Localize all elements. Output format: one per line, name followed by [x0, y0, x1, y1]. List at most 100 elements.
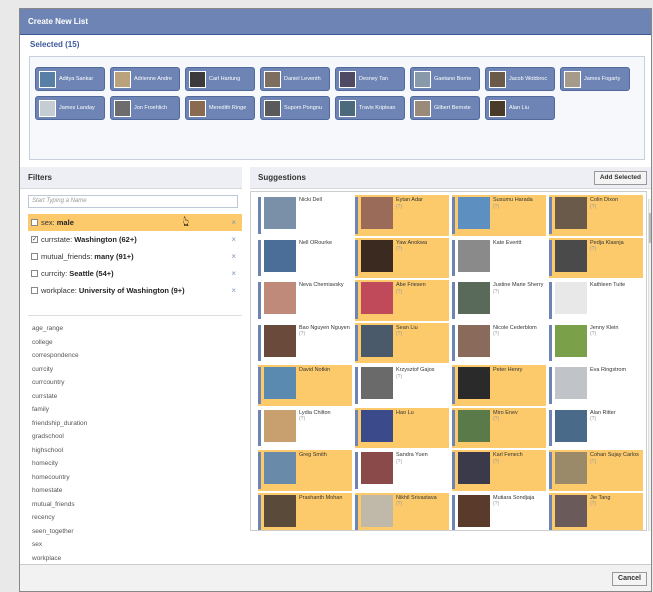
- selected-chip[interactable]: Meredith Ringe: [185, 96, 255, 120]
- suggestion-card[interactable]: Greg Smith: [258, 450, 352, 491]
- selected-chip[interactable]: Adrienne Andre: [110, 67, 180, 91]
- suggestion-card[interactable]: Justine Marie Sherry (?): [452, 280, 546, 321]
- selected-chip[interactable]: Jacob Wobbroc: [485, 67, 555, 91]
- selected-chip[interactable]: Daniel Leventh: [260, 67, 330, 91]
- suggestions-grid: Nicki Dell Eytan Adar (?) Susumu Harada (?) C…: [251, 192, 646, 531]
- avatar: [458, 452, 490, 484]
- filter-checkbox[interactable]: [31, 219, 38, 226]
- suggestion-card[interactable]: Miro Enev (?): [452, 407, 546, 448]
- avatar: [489, 70, 506, 88]
- attribute-item[interactable]: mutual_friends: [32, 498, 232, 512]
- suggestion-card[interactable]: Colin Dixon (?): [549, 195, 643, 236]
- selected-chip[interactable]: James Landay: [35, 96, 105, 120]
- selected-chip[interactable]: James Fogarty: [560, 67, 630, 91]
- filter-row[interactable]: sex: male ×: [28, 214, 242, 231]
- suggestion-card[interactable]: David Notkin: [258, 365, 352, 406]
- suggestion-card[interactable]: Nicole Cederblom (?): [452, 323, 546, 364]
- filter-checkbox[interactable]: [31, 270, 38, 277]
- suggestion-card[interactable]: Alan Ritter (?): [549, 408, 643, 449]
- avatar: [114, 99, 131, 117]
- attribute-item[interactable]: family: [32, 403, 232, 417]
- scrollbar-thumb[interactable]: [649, 213, 651, 243]
- suggestion-card[interactable]: Sean Liu (?): [355, 322, 449, 363]
- suggestion-card[interactable]: Sandra Yuen (?): [355, 450, 449, 491]
- selected-chip[interactable]: Gaetano Borrie: [410, 67, 480, 91]
- suggestion-card[interactable]: Cohan Sujay Carlos (?): [549, 450, 643, 491]
- remove-filter-icon[interactable]: ×: [231, 282, 236, 299]
- remove-filter-icon[interactable]: ×: [231, 214, 236, 231]
- filter-row[interactable]: mutual_friends: many (91+) ×: [28, 248, 242, 265]
- suggestion-card[interactable]: Nicki Dell: [258, 195, 352, 236]
- suggestion-sub: (?): [493, 501, 500, 507]
- suggestion-info: Hao Lu: [396, 410, 447, 447]
- suggestion-card[interactable]: Kathleen Tuite: [549, 280, 643, 321]
- attribute-item[interactable]: seen_together: [32, 525, 232, 539]
- attribute-item[interactable]: correspondence: [32, 349, 232, 363]
- suggestion-card[interactable]: Krzysztof Gajos (?): [355, 365, 449, 406]
- filter-row[interactable]: currcity: Seattle (54+) ×: [28, 265, 242, 282]
- attribute-item[interactable]: workplace: [32, 552, 232, 566]
- selected-chip[interactable]: Gilbert Bernste: [410, 96, 480, 120]
- remove-filter-icon[interactable]: ×: [231, 231, 236, 248]
- remove-filter-icon[interactable]: ×: [231, 265, 236, 282]
- suggestion-card[interactable]: Eytan Adar (?): [355, 195, 449, 236]
- avatar: [189, 99, 206, 117]
- avatar: [458, 324, 490, 357]
- suggestion-card[interactable]: Hao Lu: [355, 407, 449, 448]
- chip-label: Meredith Ringe: [209, 105, 247, 111]
- filter-row[interactable]: ✓ currstate: Washington (62+) ×: [28, 231, 242, 248]
- suggestion-card[interactable]: Jenny Klein (?): [549, 323, 643, 364]
- suggestion-info: Jie Tang (?): [590, 495, 641, 531]
- attribute-item[interactable]: currcountry: [32, 376, 232, 390]
- add-selected-button[interactable]: Add Selected: [593, 171, 647, 185]
- suggestion-card[interactable]: Mutiara Sondjaja (?): [452, 493, 546, 530]
- suggestion-card[interactable]: Neva Cherniavsky: [258, 280, 352, 321]
- suggestion-card[interactable]: Karl Fenech (?): [452, 450, 546, 491]
- suggestion-card[interactable]: Lydia Chilton (?): [258, 408, 352, 449]
- attribute-item[interactable]: age_range: [32, 322, 232, 336]
- attribute-item[interactable]: currcity: [32, 363, 232, 377]
- remove-filter-icon[interactable]: ×: [231, 248, 236, 265]
- filter-checkbox[interactable]: [31, 253, 38, 260]
- suggestion-card[interactable]: Peter Henry: [452, 365, 546, 406]
- attribute-item[interactable]: recency: [32, 511, 232, 525]
- suggestion-info: Pedja Klasnja (?): [590, 240, 641, 277]
- suggestion-card[interactable]: Nikhil Srivastava (?): [355, 492, 449, 530]
- suggestion-card[interactable]: Kate Everitt: [452, 238, 546, 279]
- suggestions-scrollbar[interactable]: [648, 199, 651, 531]
- attribute-item[interactable]: college: [32, 336, 232, 350]
- attribute-item[interactable]: currstate: [32, 390, 232, 404]
- selected-box: Aditya Sankar Adrienne Andre Carl Hartung D…: [29, 56, 645, 160]
- suggestion-card[interactable]: Yaw Anokwa (?): [355, 237, 449, 278]
- selected-chip[interactable]: Desney Tan: [335, 67, 405, 91]
- selected-chip[interactable]: Jon Froehlich: [110, 96, 180, 120]
- attribute-item[interactable]: friendship_duration: [32, 417, 232, 431]
- attribute-item[interactable]: homestate: [32, 484, 232, 498]
- filter-row[interactable]: workplace: University of Washington (9+) ×: [28, 282, 242, 299]
- selected-chip[interactable]: Supom Pongnu: [260, 96, 330, 120]
- filter-checkbox[interactable]: ✓: [31, 236, 38, 243]
- suggestion-card[interactable]: Jie Tang (?): [549, 492, 643, 531]
- card-accent: [355, 282, 358, 319]
- filter-search-input[interactable]: Start Typing a Name: [28, 195, 238, 208]
- attribute-item[interactable]: homecountry: [32, 471, 232, 485]
- attribute-item[interactable]: highschool: [32, 444, 232, 458]
- cancel-button[interactable]: Cancel: [612, 572, 647, 586]
- attribute-item[interactable]: homecity: [32, 457, 232, 471]
- card-accent: [355, 324, 358, 361]
- selected-chip[interactable]: Alan Liu: [485, 96, 555, 120]
- suggestion-card[interactable]: Nell ORourke: [258, 238, 352, 279]
- suggestion-card[interactable]: Eva Ringstrom: [549, 365, 643, 406]
- selected-chip[interactable]: Travis Kriplean: [335, 96, 405, 120]
- selected-chip[interactable]: Carl Hartung: [185, 67, 255, 91]
- suggestion-card[interactable]: Susumu Harada (?): [452, 195, 546, 236]
- suggestion-card[interactable]: Prashanth Mohan: [258, 492, 352, 530]
- suggestion-card[interactable]: Pedja Klasnja (?): [549, 237, 643, 278]
- attribute-item[interactable]: sex: [32, 538, 232, 552]
- filter-checkbox[interactable]: [31, 287, 38, 294]
- selected-chip[interactable]: Aditya Sankar: [35, 67, 105, 91]
- suggestion-card[interactable]: Bao Nguyen Nguyen (?): [258, 323, 352, 364]
- attribute-item[interactable]: gradschool: [32, 430, 232, 444]
- avatar: [414, 70, 431, 88]
- suggestion-card[interactable]: Abe Friesen (?): [355, 280, 449, 321]
